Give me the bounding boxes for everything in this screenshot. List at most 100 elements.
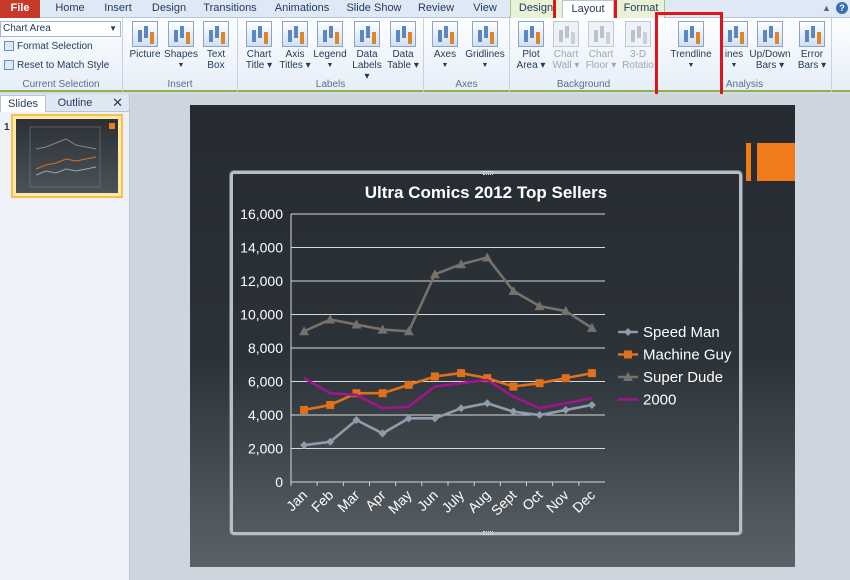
chart-title: Ultra Comics 2012 Top Sellers [365,183,608,202]
tab-home[interactable]: Home [52,0,88,18]
text-box-icon [203,21,229,47]
chart-title-icon [246,21,272,47]
lines-label: ines [724,49,744,60]
error-bars-label-2: Bars [797,60,819,71]
series-line [303,256,593,333]
tab-view[interactable]: View [468,0,502,18]
legend-label: Machine Guy [643,347,732,364]
tab-insert[interactable]: Insert [100,0,136,18]
tab-transitions[interactable]: Transitions [200,0,260,18]
legend-button[interactable]: Legend ▼ [312,21,348,71]
tab-slideshow[interactable]: Slide Show [345,0,403,18]
group-background: Plot Area ▾ Chart Wall ▾ Chart Floor ▾ 3… [510,18,658,92]
format-selection-button[interactable]: Format Selection [4,41,93,52]
tab-slides[interactable]: Slides [0,95,46,112]
reset-style-button[interactable]: Reset to Match Style [4,60,109,71]
y-tick-label: 0 [275,474,283,490]
data-table-label-2: Table [387,60,412,71]
x-tick-label: Sept [488,487,520,519]
axes-button[interactable]: Axes ▼ [430,21,460,71]
legend-label: Speed Man [643,324,720,341]
help-icon[interactable]: ? [836,2,848,14]
up-down-bars-label-1: Up/Down [749,49,791,60]
tab-design[interactable]: Design [149,0,189,18]
x-tick-label: Jan [283,487,310,514]
y-tick-label: 14,000 [240,240,283,256]
up-down-bars-label-2: Bars [755,60,777,71]
x-tick-label: Oct [519,487,546,514]
y-tick-label: 10,000 [240,307,283,323]
close-icon[interactable]: ✕ [112,95,123,111]
chart-title-button[interactable]: Chart Title ▾ [242,21,276,71]
chart-area[interactable]: Ultra Comics 2012 Top Sellers 0 2,000 4,000… [230,171,742,535]
tab-outline[interactable]: Outline [50,95,100,112]
chart-floor-button[interactable]: Chart Floor ▾ [584,21,618,71]
picture-label: Picture [129,49,161,60]
chevron-down-icon: ▼ [326,62,334,69]
data-table-label-1: Data [392,49,414,60]
shapes-button[interactable]: Shapes ▼ [164,21,198,71]
data-point [561,405,570,414]
chart-wall-button[interactable]: Chart Wall ▾ [549,21,583,71]
slide-accent-block [757,143,795,181]
y-tick-label: 6,000 [248,374,283,390]
tab-animations[interactable]: Animations [273,0,331,18]
data-labels-icon [354,21,380,47]
legend-label: Legend [313,49,347,60]
axis-titles-button[interactable]: Axis Titles ▾ [278,21,312,71]
legend-label: Super Dude [643,369,723,386]
chart-wall-label-2: Wall [552,60,572,71]
axis-titles-label-1: Axis [285,49,305,60]
data-point [404,380,413,389]
data-point [483,399,492,408]
chart-element-dropdown[interactable]: Chart Area ▼ [0,21,121,37]
group-label-insert: Insert [167,79,193,90]
series-line [303,401,593,447]
data-point [457,404,466,413]
text-box-button[interactable]: Text Box [201,21,231,71]
reset-style-icon [4,60,14,70]
slide[interactable]: Ultra Comics 2012 Top Sellers 0 2,000 4,000… [190,105,795,567]
x-tick-label: May [385,487,415,517]
3d-rotation-label-1: 3-D [629,49,647,60]
text-box-label-2: Box [207,60,225,71]
error-bars-button[interactable]: Error Bars ▾ [794,21,830,71]
series-line [303,371,593,412]
data-point [457,369,466,378]
data-labels-button[interactable]: Data Labels ▾ [349,21,385,82]
3d-rotation-button[interactable]: 3-D Rotatio [619,21,657,71]
picture-button[interactable]: Picture [128,21,162,60]
chart-title-label-1: Chart [246,49,272,60]
data-point [326,400,335,409]
error-bars-label-1: Error [800,49,824,60]
lines-button[interactable]: ines ▼ [722,21,748,71]
slide-thumbnail[interactable] [11,114,123,198]
tab-review[interactable]: Review [416,0,456,18]
group-label-labels: Labels [315,79,346,90]
group-axes: Axes ▼ Gridlines ▼ Axes [424,18,510,92]
data-point [430,414,439,423]
legend-icon [317,21,343,47]
3d-rotation-icon [625,21,651,47]
up-down-bars-button[interactable]: Up/Down Bars ▾ [748,21,792,71]
y-tick-label: 8,000 [248,340,283,356]
minimize-ribbon-icon[interactable]: ▲ [822,3,832,13]
data-point [509,407,518,416]
chart-wall-label-1: Chart [553,49,579,60]
trendline-highlight [655,12,723,100]
data-point [561,374,570,383]
data-labels-label-1: Data [356,49,378,60]
tab-file[interactable]: File [0,0,40,18]
chart-element-value: Chart Area [3,23,51,34]
chevron-down-icon: ▼ [177,62,185,69]
axes-label: Axes [433,49,457,60]
tab-chart-design[interactable]: Design [516,0,556,18]
plot-area-button[interactable]: Plot Area ▾ [514,21,548,71]
slides-panel: Slides Outline ✕ 1 [0,94,130,580]
data-table-button[interactable]: Data Table ▾ [385,21,421,71]
data-point [482,252,493,262]
data-point [300,405,309,414]
data-labels-label-2: Labels [352,60,382,71]
gridlines-button[interactable]: Gridlines ▼ [464,21,506,71]
data-point [509,382,518,391]
